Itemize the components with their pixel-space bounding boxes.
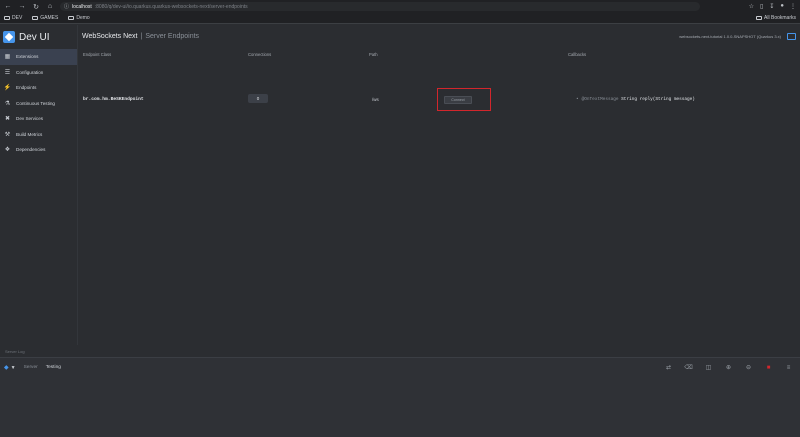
filter-icon[interactable]: ◫ [705,364,712,371]
connect-button[interactable]: Connect [444,96,472,104]
address-bar[interactable]: ⓘ localhost:8080/q/dev-ui/io.quarkus.qua… [60,2,700,11]
folder-icon [4,16,10,20]
tab-server[interactable]: Server [24,365,38,370]
sidebar-item-build-metrics[interactable]: ⚒ Build Metrics [0,127,77,143]
highlight-box: Connect [437,88,491,111]
bullet: • [576,97,579,102]
page-header: WebSockets Next | Server Endpoints webso… [78,25,800,47]
sidebar-item-endpoints[interactable]: ⚡ Endpoints [0,80,77,96]
bookmark-demo[interactable]: Demo [68,15,90,21]
sidebar-item-label: Extensions [16,54,39,60]
endpoint-class-cell: br.com.hm.BeSKEndpoint [83,97,144,102]
wrench-icon: ✖ [4,116,11,123]
column-header-endpoint-class: Endpoint Class [83,52,112,57]
column-header-connections: Connections [248,52,272,57]
folder-icon [32,16,39,20]
connections-count-badge: 0 [248,94,268,103]
folder-icon [756,16,763,20]
hammer-icon: ⚒ [4,131,11,138]
bookmarks-bar: DEV GAMES Demo All Bookmarks [0,13,800,24]
dev-ui-app: Dev UI ▦ Extensions ☰ Configuration ⚡ En… [0,25,800,345]
quarkus-console-icon[interactable]: ◆ ▼ [4,364,16,372]
column-header-path: Path [369,52,378,57]
url-path: :8080/q/dev-ui/io.quarkus.quarkus-websoc… [94,3,248,10]
forward-icon[interactable]: → [18,3,26,10]
browser-toolbar: ← → ↻ ⌂ ⓘ localhost:8080/q/dev-ui/io.qua… [0,0,800,13]
sidebar-item-label: Configuration [16,69,44,75]
plug-icon: ⚡ [3,85,12,92]
sidebar-item-label: Dev Services [16,116,44,122]
expand-icon[interactable]: ≡ [785,364,792,371]
stop-icon[interactable]: ■ [765,364,772,371]
sidebar-item-extensions[interactable]: ▦ Extensions [0,49,77,65]
sidebar-item-dev-services[interactable]: ✖ Dev Services [0,111,77,127]
callback-annotation: @OnTextMessage [581,97,619,102]
home-icon[interactable]: ⌂ [46,3,54,10]
app-title: Dev UI [19,31,50,43]
column-header-callbacks: Callbacks [568,52,587,57]
puzzle-icon: ▦ [4,54,11,61]
brand[interactable]: Dev UI [0,25,77,49]
bookmark-games[interactable]: GAMES [32,15,58,21]
sidebar-item-label: Continuous Testing [16,100,55,106]
back-icon[interactable]: ← [4,3,12,10]
sliders-icon: ☰ [4,69,11,76]
star-icon[interactable]: ☆ [749,3,754,10]
download-icon[interactable]: ↧ [769,3,774,10]
flask-icon: ⚗ [4,100,11,107]
monitor-icon[interactable] [787,32,796,40]
sidebar: Dev UI ▦ Extensions ☰ Configuration ⚡ En… [0,25,78,345]
wrap-icon[interactable]: ⇄ [665,364,672,371]
sidebar-item-dependencies[interactable]: ❖ Dependencies [0,142,77,158]
site-info-icon[interactable]: ⓘ [64,3,69,10]
callback-signature: String reply(String message) [621,97,695,102]
sidebar-item-configuration[interactable]: ☰ Configuration [0,65,77,81]
sidebar-item-label: Build Metrics [16,131,43,137]
sidebar-item-label: Endpoints [16,85,37,91]
chevron-down-icon: ▼ [10,364,16,371]
sidebar-item-continuous-testing[interactable]: ⚗ Continuous Testing [0,96,77,112]
menu-icon[interactable]: ⋮ [790,3,796,10]
title-separator: | [140,32,143,40]
all-bookmarks[interactable]: All Bookmarks [756,15,796,21]
sidebar-item-label: Dependencies [16,147,46,153]
folder-icon [68,16,75,20]
zoom-out-icon[interactable]: ⊖ [745,364,752,371]
console-tools: ⇄ ⌫ ◫ ⊕ ⊖ ■ ≡ [665,364,792,372]
extension-title: WebSockets Next [82,32,138,40]
url-host: localhost [72,3,92,10]
quarkus-logo-icon [3,31,15,43]
clear-icon[interactable]: ⌫ [684,364,692,371]
callback-entry: • @OnTextMessage String reply(String mess… [576,97,695,102]
zoom-in-icon[interactable]: ⊕ [725,364,732,371]
bookmark-dev[interactable]: DEV [4,15,22,21]
extensions-icon[interactable]: ▯ [760,3,763,10]
tree-icon: ❖ [4,147,11,154]
page-title: Server Endpoints [145,32,200,40]
console-panel: ◆ ▼ Server Testing ⇄ ⌫ ◫ ⊕ ⊖ ■ ≡ [0,357,800,437]
footer-label: Server Log [5,349,25,354]
tab-testing[interactable]: Testing [46,365,61,370]
reload-icon[interactable]: ↻ [32,3,40,11]
endpoint-path-cell: /ws [372,97,379,102]
profile-icon[interactable]: ● [780,3,784,10]
app-version: websockets-next-tutorial 1.0.0-SNAPSHOT … [679,33,781,39]
